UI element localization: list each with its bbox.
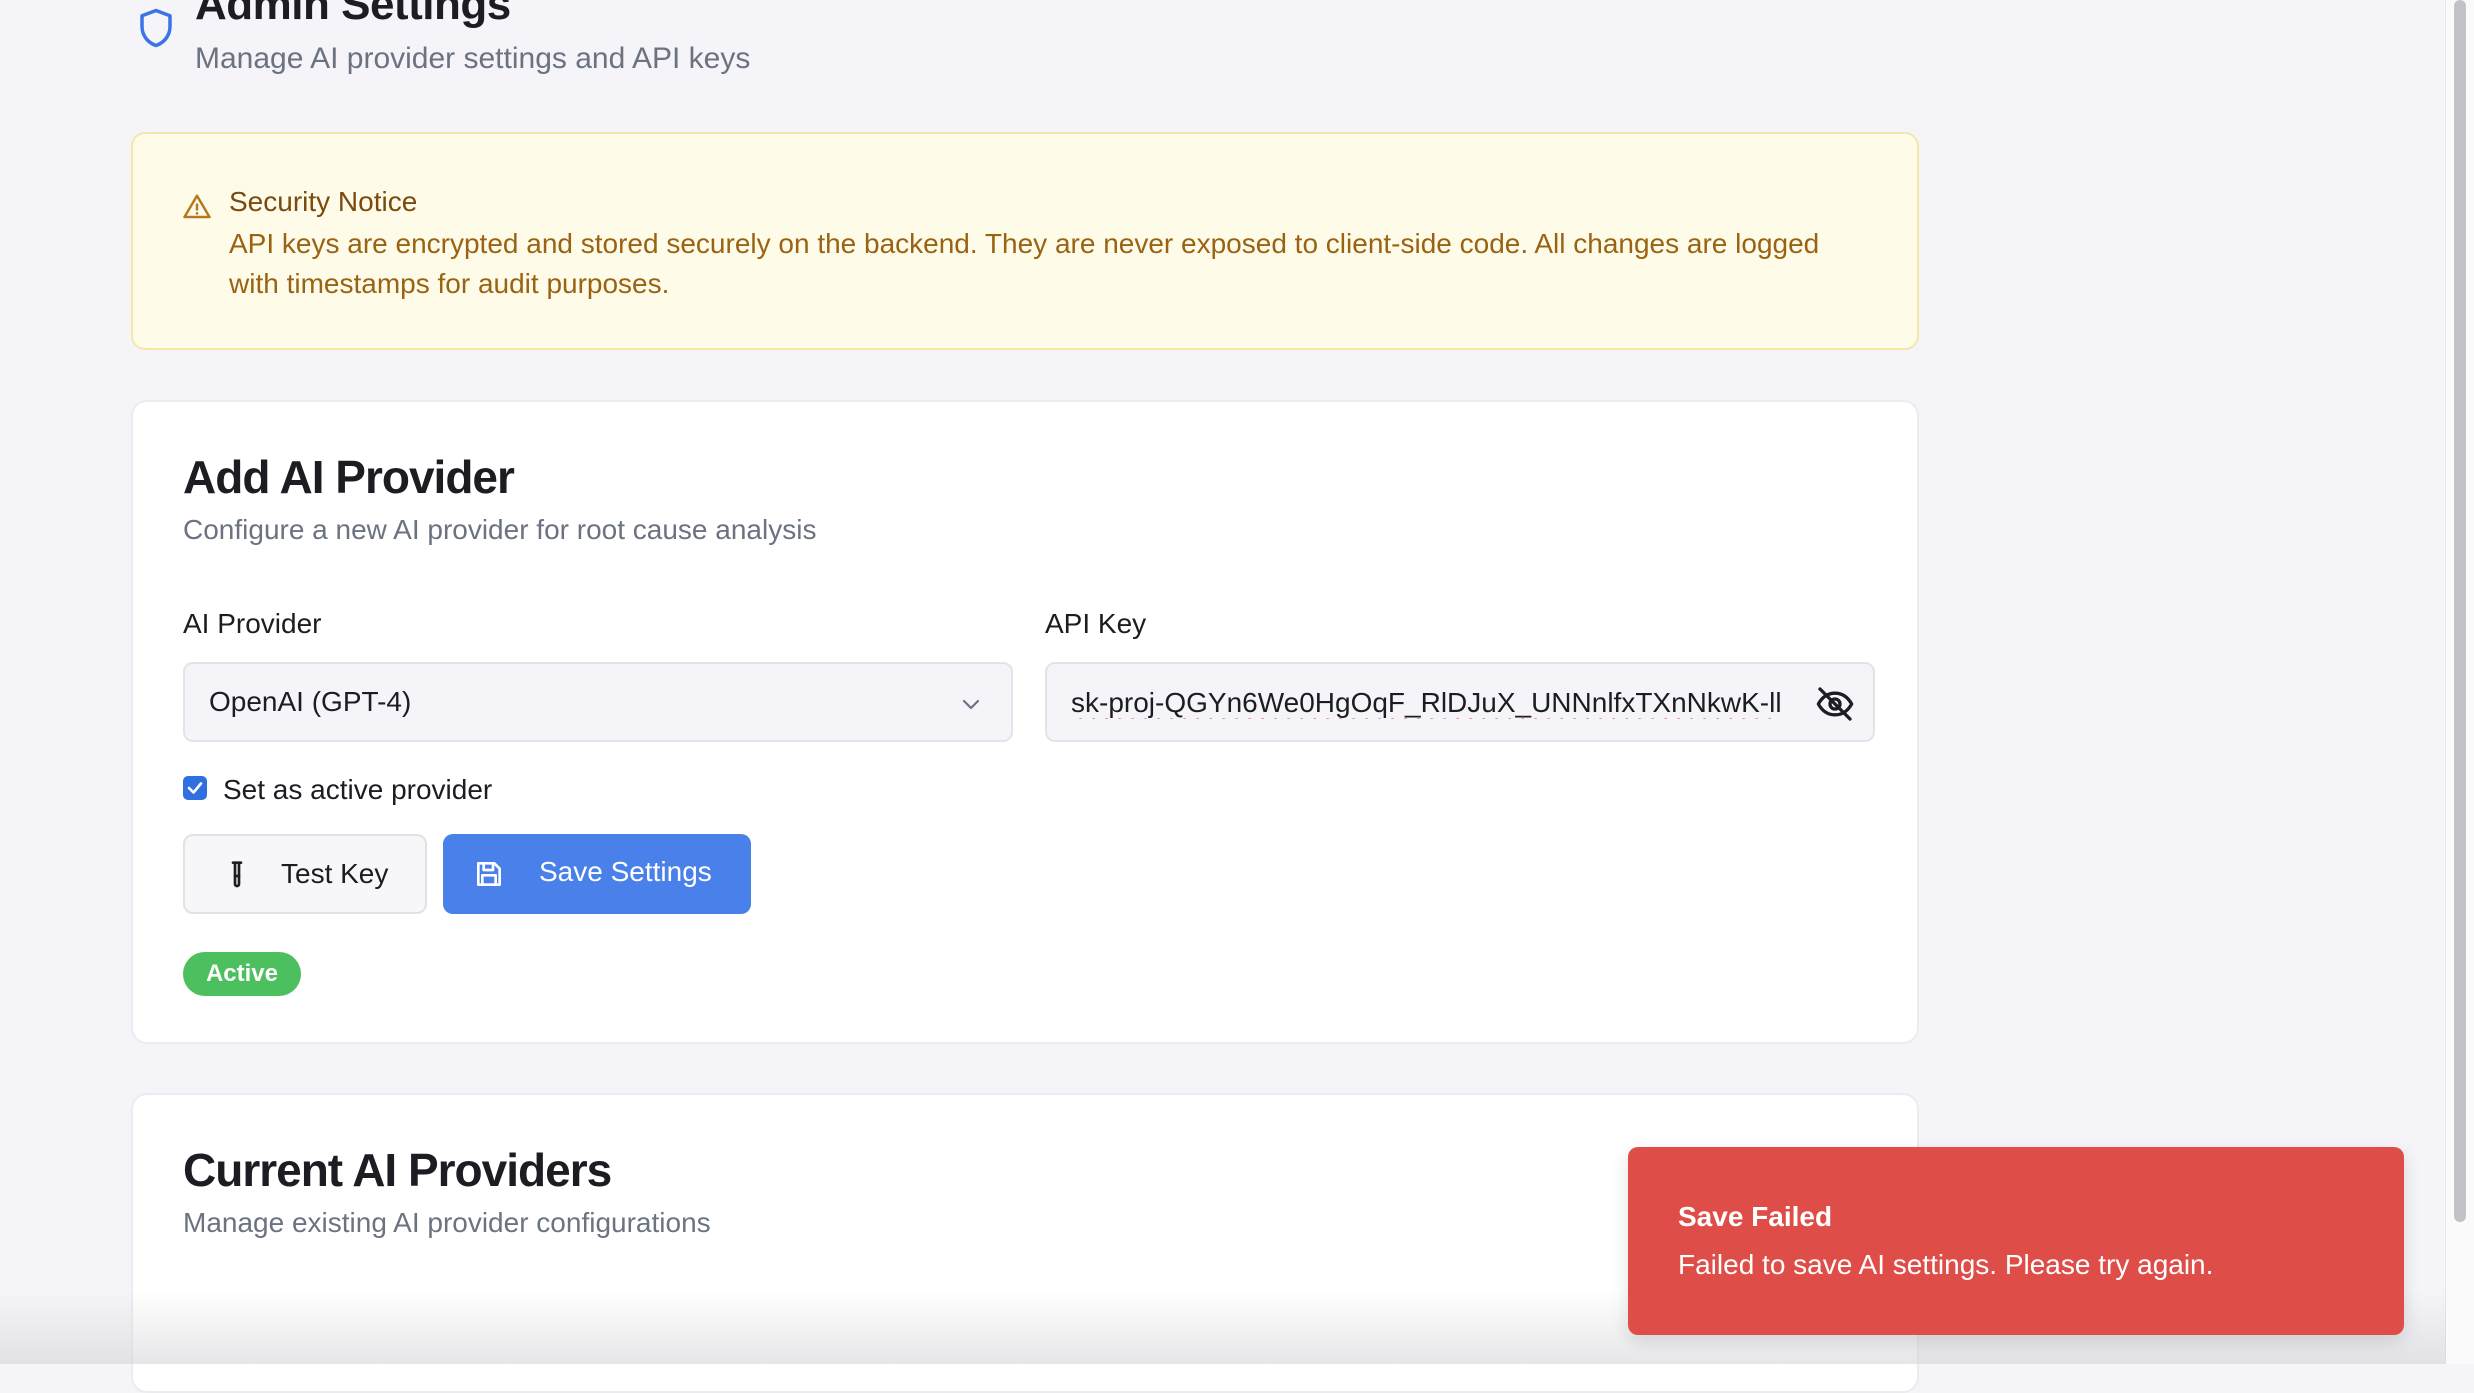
api-key-field [1045, 662, 1875, 742]
save-settings-button[interactable]: Save Settings [443, 834, 751, 914]
warning-triangle-icon [183, 194, 211, 219]
current-providers-title: Current AI Providers [183, 1144, 612, 1196]
save-settings-label: Save Settings [539, 856, 712, 887]
test-key-label: Test Key [281, 858, 389, 889]
api-key-input[interactable] [1071, 684, 1789, 722]
add-provider-title: Add AI Provider [183, 451, 515, 503]
chevron-down-icon [962, 699, 980, 710]
add-provider-card: Add AI Provider Configure a new AI provi… [131, 400, 1919, 1044]
eye-off-icon[interactable] [1815, 684, 1855, 724]
provider-select-value: OpenAI (GPT-4) [209, 686, 412, 717]
toast-title: Save Failed [1678, 1201, 1833, 1232]
page-scrollbar[interactable] [2445, 0, 2474, 1364]
save-icon [477, 862, 501, 886]
shield-icon [140, 8, 172, 48]
checkmark-icon [187, 782, 203, 794]
error-toast[interactable]: Save Failed Failed to save AI settings. … [1628, 1147, 2404, 1335]
page-header: Admin Settings Manage AI provider settin… [131, 0, 1923, 90]
active-provider-label[interactable]: Set as active provider [223, 774, 492, 806]
page-subtitle: Manage AI provider settings and API keys [195, 42, 751, 75]
scrollbar-thumb[interactable] [2454, 0, 2466, 1222]
admin-settings-page: Admin Settings Manage AI provider settin… [131, 0, 1923, 1393]
page-title: Admin Settings [195, 0, 511, 29]
test-key-button[interactable]: Test Key [183, 834, 427, 914]
security-notice-text: API keys are encrypted and stored secure… [229, 228, 1820, 299]
security-notice: Security Notice API keys are encrypted a… [131, 132, 1919, 350]
api-key-label: API Key [1045, 608, 1147, 639]
provider-select[interactable]: OpenAI (GPT-4) [183, 662, 1013, 742]
status-badge: Active [183, 952, 301, 996]
add-provider-description: Configure a new AI provider for root cau… [183, 514, 817, 545]
test-tube-icon [231, 861, 243, 888]
provider-label: AI Provider [183, 608, 322, 639]
toast-message: Failed to save AI settings. Please try a… [1678, 1249, 2214, 1280]
security-notice-title: Security Notice [229, 186, 418, 217]
active-provider-checkbox[interactable] [183, 776, 207, 800]
current-providers-description: Manage existing AI provider configuratio… [183, 1207, 711, 1238]
